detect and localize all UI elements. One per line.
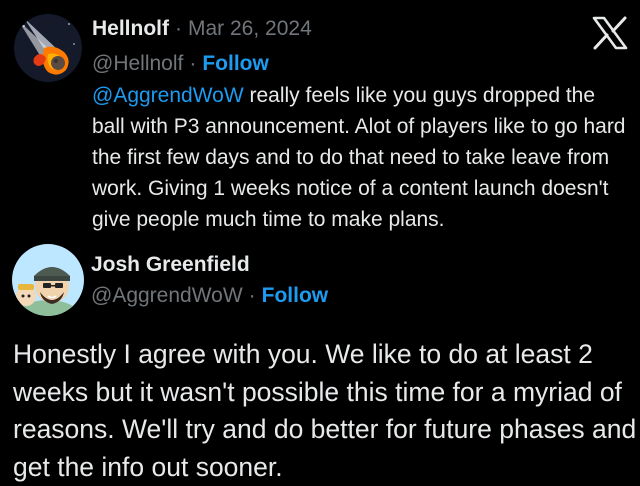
author-display-name[interactable]: Hellnolf [92,17,169,41]
reply-text: Honestly I agree with you. We like to do… [13,339,637,482]
follow-button[interactable]: Follow [202,52,269,76]
tweet-date[interactable]: Mar 26, 2024 [188,17,312,41]
reply-author-handle[interactable]: @AggrendWoW [91,284,243,308]
avatar-hellnolf[interactable] [14,14,82,82]
tweet-handle-row: @Hellnolf · Follow [92,52,269,76]
reply-follow-button[interactable]: Follow [262,284,329,308]
cartoon-character-avatar-icon [12,244,84,316]
mention-link[interactable]: @AggrendWoW [92,84,244,107]
reply-handle-row: @AggrendWoW · Follow [91,284,328,308]
separator-dot: · [248,284,256,307]
x-logo-icon[interactable] [592,16,628,50]
tweet-text: @AggrendWoW really feels like you guys d… [92,80,632,235]
tweet-header: Hellnolf · Mar 26, 2024 [92,17,312,41]
author-handle[interactable]: @Hellnolf [92,52,183,76]
reply-author-display-name[interactable]: Josh Greenfield [91,253,250,277]
reply-header: Josh Greenfield [91,253,250,277]
meteor-avatar-icon [14,14,82,82]
separator-dot: · [189,52,197,75]
separator-dot: · [175,17,182,40]
avatar-josh-greenfield[interactable] [12,244,84,316]
